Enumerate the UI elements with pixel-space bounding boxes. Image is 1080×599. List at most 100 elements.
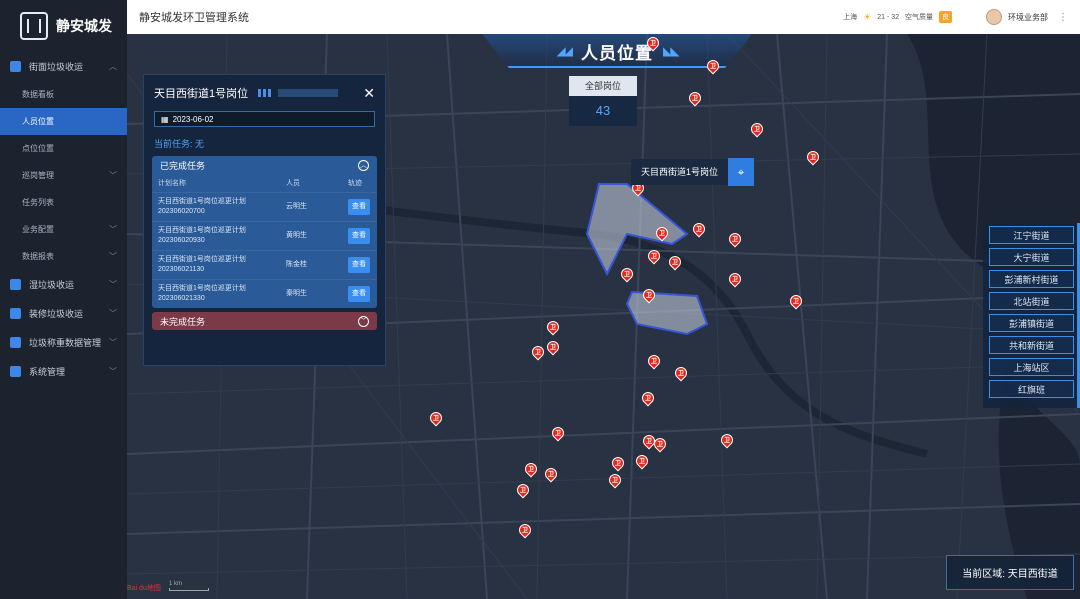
view-track-button[interactable]: 查看 <box>348 198 370 215</box>
pin-glyph: 卫 <box>691 96 698 102</box>
nav-group-street[interactable]: 街面垃圾收运 ︿ <box>0 52 127 81</box>
nav-item-dashboard[interactable]: 数据看板 <box>0 81 127 108</box>
worker-pin-icon[interactable]: 卫 <box>653 224 671 242</box>
table-header-row: 计划名称 人员 轨迹 <box>152 174 377 192</box>
nav-item-reports[interactable]: 数据报表 ﹀ <box>0 243 127 270</box>
nav-item-patrol[interactable]: 巡岗管理 ﹀ <box>0 162 127 189</box>
worker-pin-icon[interactable]: 卫 <box>651 435 669 453</box>
worker-pin-icon[interactable]: 卫 <box>748 120 766 138</box>
plan-cell: 天目西街道1号岗位巡更计划 202306020700 <box>152 192 280 221</box>
street-item[interactable]: 上海站区 <box>989 358 1074 376</box>
avatar[interactable] <box>986 9 1002 25</box>
worker-pin-icon[interactable]: 卫 <box>427 409 445 427</box>
street-item[interactable]: 大宁街道 <box>989 248 1074 266</box>
worker-pin-icon[interactable]: 卫 <box>672 364 690 382</box>
nav-group-wet[interactable]: 湿垃圾收运 ﹀ <box>0 270 127 299</box>
track-cell: 查看 <box>342 192 377 221</box>
street-item[interactable]: 红旗班 <box>989 380 1074 398</box>
worker-pin-icon[interactable]: 卫 <box>787 292 805 310</box>
worker-pin-icon[interactable]: 卫 <box>544 338 562 356</box>
worker-pin-icon[interactable]: 卫 <box>645 247 663 265</box>
street-item[interactable]: 北站街道 <box>989 292 1074 310</box>
street-item[interactable]: 江宁街道 <box>989 226 1074 244</box>
worker-pin-icon[interactable]: 卫 <box>726 270 744 288</box>
view-track-button[interactable]: 查看 <box>348 256 370 273</box>
user-name[interactable]: 环境业务部 <box>1008 12 1048 23</box>
incomplete-tasks-header[interactable]: 未完成任务 ﹀ <box>152 312 377 330</box>
worker-pin-icon[interactable]: 卫 <box>718 431 736 449</box>
aqi-label: 空气质量 <box>905 14 933 21</box>
worker-pin-icon[interactable]: 卫 <box>644 34 662 52</box>
chevron-up-icon: ︿ <box>109 62 117 71</box>
worker-pin-icon[interactable]: 卫 <box>726 230 744 248</box>
street-item[interactable]: 共和新街道 <box>989 336 1074 354</box>
nav-group-label: 湿垃圾收运 <box>29 280 75 290</box>
street-item[interactable]: 彭浦镇街道 <box>989 314 1074 332</box>
worker-pin-icon[interactable]: 卫 <box>609 454 627 472</box>
worker-pin-icon[interactable]: 卫 <box>549 424 567 442</box>
track-cell: 查看 <box>342 279 377 308</box>
worker-pin-icon[interactable]: 卫 <box>544 318 562 336</box>
worker-pin-icon[interactable]: 卫 <box>542 465 560 483</box>
total-posts-value: 43 <box>569 96 637 126</box>
worker-pin-icon[interactable]: 卫 <box>514 481 532 499</box>
worker-pin-icon[interactable]: 卫 <box>516 521 534 539</box>
home-icon <box>10 61 21 72</box>
date-picker[interactable]: ▦ 2023-06-02 <box>154 111 375 127</box>
worker-pin-icon[interactable]: 卫 <box>690 220 708 238</box>
chevron-up-icon[interactable]: ︿ <box>358 159 369 171</box>
nav-group-label: 装修垃圾收运 <box>29 309 84 319</box>
post-callout[interactable]: 天目西街道1号岗位 ⌖ <box>631 158 755 186</box>
nav-group-system[interactable]: 系统管理 ﹀ <box>0 357 127 386</box>
worker-pin-icon[interactable]: 卫 <box>645 352 663 370</box>
street-item[interactable]: 彭浦新村街道 <box>989 270 1074 288</box>
worker-pin-icon[interactable]: 卫 <box>522 460 540 478</box>
nav-item-staff-location[interactable]: 人员位置 <box>0 108 127 135</box>
map-scale-bar <box>169 588 209 591</box>
worker-pin-icon[interactable]: 卫 <box>804 148 822 166</box>
worker-pin-icon[interactable]: 卫 <box>640 286 658 304</box>
nav-item-config[interactable]: 业务配置 ﹀ <box>0 216 127 243</box>
pin-glyph: 卫 <box>614 461 621 467</box>
view-track-button[interactable]: 查看 <box>348 227 370 244</box>
pin-glyph: 卫 <box>554 431 561 437</box>
pin-glyph: 卫 <box>611 478 618 484</box>
settings-icon <box>10 366 21 377</box>
location-pin-icon[interactable]: ⌖ <box>728 158 755 186</box>
pin-glyph: 卫 <box>731 277 738 283</box>
nav-item-tasks[interactable]: 任务列表 <box>0 189 127 216</box>
worker-pin-icon[interactable]: 卫 <box>529 343 547 361</box>
pin-glyph: 卫 <box>519 488 526 494</box>
worker-pin-icon[interactable]: 卫 <box>633 452 651 470</box>
worker-pin-icon[interactable]: 卫 <box>704 57 722 75</box>
worker-pin-icon[interactable]: 卫 <box>606 471 624 489</box>
worker-pin-icon[interactable]: 卫 <box>639 389 657 407</box>
pin-glyph: 卫 <box>656 442 663 448</box>
current-area-value: 天目西街道 <box>1007 569 1058 580</box>
chevron-down-icon[interactable]: ﹀ <box>358 315 369 327</box>
close-icon[interactable]: ✕ <box>363 85 375 102</box>
pin-glyph: 卫 <box>527 467 534 473</box>
completed-tasks-header[interactable]: 已完成任务 ︿ <box>152 156 377 174</box>
track-cell: 查看 <box>342 250 377 279</box>
chevron-down-icon: ﹀ <box>109 280 117 289</box>
table-row: 天目西街道1号岗位巡更计划 202306021330 秦明生 查看 <box>152 279 377 308</box>
track-cell: 查看 <box>342 221 377 250</box>
worker-pin-icon[interactable]: 卫 <box>686 89 704 107</box>
completed-tasks-panel: 已完成任务 ︿ 计划名称 人员 轨迹 天目西街道1号岗位巡更计划 20230602… <box>152 156 377 308</box>
more-icon[interactable]: ⋮ <box>1058 12 1068 23</box>
worker-pin-icon[interactable]: 卫 <box>618 265 636 283</box>
top-bar: 静安城发环卫管理系统 上海 ☀ 21 - 32 空气质量 良 环境业务部 ⋮ <box>127 0 1080 34</box>
current-task-label: 当前任务: <box>154 139 193 149</box>
nav-group-weighing[interactable]: 垃圾称重数据管理 ﹀ <box>0 328 127 357</box>
completed-tasks-label: 已完成任务 <box>160 160 206 171</box>
worker-pin-icon[interactable]: 卫 <box>666 253 684 271</box>
chevron-down-icon: ﹀ <box>109 171 117 180</box>
column-header: 人员 <box>286 179 300 187</box>
sun-icon: ☀ <box>863 11 872 22</box>
nav-item-point-location[interactable]: 点位位置 <box>0 135 127 162</box>
pin-glyph: 卫 <box>753 127 760 133</box>
view-track-button[interactable]: 查看 <box>348 285 370 302</box>
current-task-value: 无 <box>195 139 205 149</box>
nav-group-renovation[interactable]: 装修垃圾收运 ﹀ <box>0 299 127 328</box>
